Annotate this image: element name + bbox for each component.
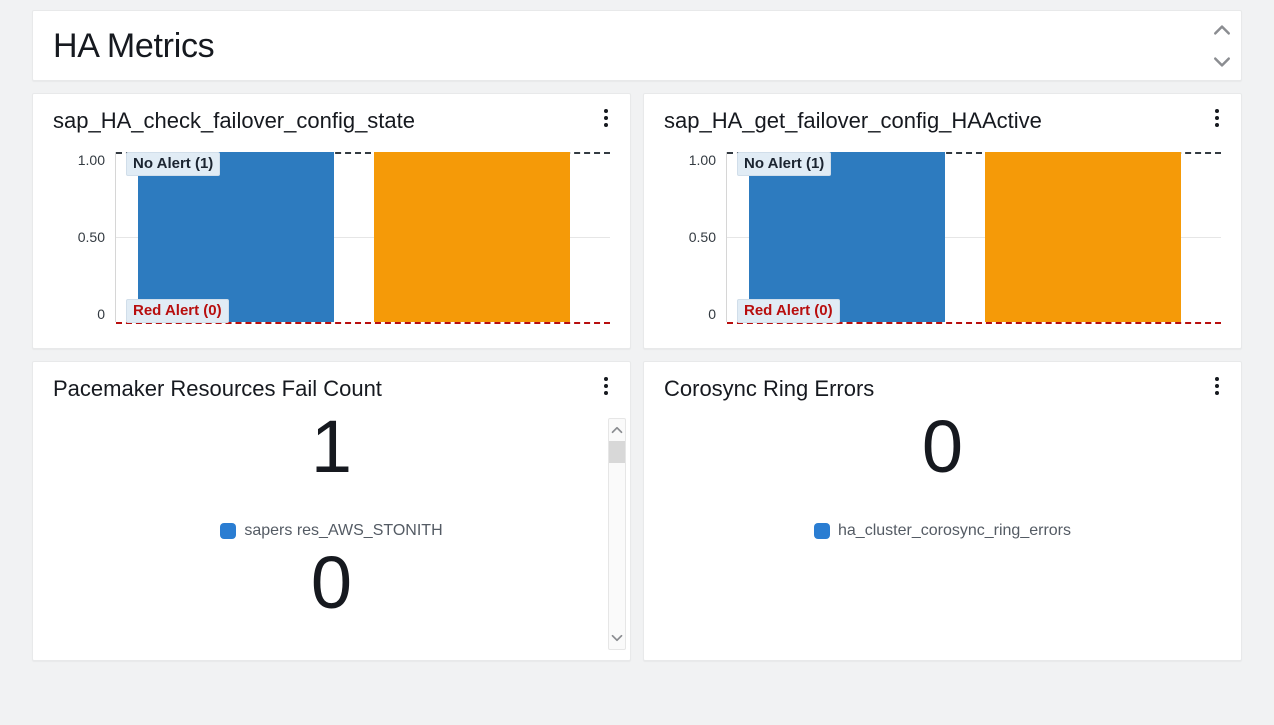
scrollbar-down-icon[interactable] [609,627,625,649]
chevron-up-icon[interactable] [1213,21,1231,39]
row-charts: sap_HA_check_failover_config_state 1.00 … [32,93,1242,349]
metric-value: 0 [664,410,1221,484]
panel-title: sap_HA_get_failover_config_HAActive [664,108,1221,134]
panel-pacemaker-fail-count: Pacemaker Resources Fail Count 1 sapers … [32,361,631,661]
plot-area: No Alert (1) Red Alert (0) [115,152,610,322]
y-tick: 1.00 [664,152,716,168]
panel-chart-failover-state: sap_HA_check_failover_config_state 1.00 … [32,93,631,349]
panel-menu-button[interactable] [596,374,616,398]
threshold-label-top: No Alert (1) [126,152,220,176]
metric-legend: sapers res_AWS_STONITH [53,522,610,540]
y-axis: 1.00 0.50 0 [664,152,726,322]
y-tick: 0.50 [664,229,716,245]
bar-series-2 [374,152,570,322]
panel-scrollbar[interactable] [608,418,626,650]
section-collapse-controls [1213,21,1231,71]
panel-title: Corosync Ring Errors [664,376,1221,402]
scrollbar-thumb[interactable] [609,441,625,463]
y-axis: 1.00 0.50 0 [53,152,115,322]
threshold-label-top: No Alert (1) [737,152,831,176]
metric-legend: ha_cluster_corosync_ring_errors [664,522,1221,540]
chevron-down-icon[interactable] [1213,53,1231,71]
chart: 1.00 0.50 0 No Alert (1) Red Alert (0) [664,152,1221,330]
threshold-label-bottom: Red Alert (0) [126,299,229,323]
row-numbers: Pacemaker Resources Fail Count 1 sapers … [32,361,1242,661]
section-header: HA Metrics [32,10,1242,81]
bar-series-2 [985,152,1181,322]
scrollbar-up-icon[interactable] [609,419,625,441]
metric-value: 1 [53,410,610,484]
panel-title: Pacemaker Resources Fail Count [53,376,610,402]
metric-label-text: ha_cluster_corosync_ring_errors [838,522,1071,540]
plot-area: No Alert (1) Red Alert (0) [726,152,1221,322]
metric-value: 0 [53,546,610,620]
y-tick: 0 [53,306,105,322]
panel-menu-button[interactable] [1207,106,1227,130]
section-title: HA Metrics [53,27,1221,66]
panel-chart-haactive: sap_HA_get_failover_config_HAActive 1.00… [643,93,1242,349]
panel-corosync-ring-errors: Corosync Ring Errors 0 ha_cluster_corosy… [643,361,1242,661]
legend-swatch-icon [814,523,830,539]
y-tick: 0 [664,306,716,322]
y-tick: 1.00 [53,152,105,168]
bar-series-1 [138,152,334,322]
panel-menu-button[interactable] [596,106,616,130]
y-tick: 0.50 [53,229,105,245]
panel-title: sap_HA_check_failover_config_state [53,108,610,134]
bar-series-1 [749,152,945,322]
metric-label-text: sapers res_AWS_STONITH [244,522,442,540]
panel-menu-button[interactable] [1207,374,1227,398]
chart: 1.00 0.50 0 No Alert (1) Red Alert (0) [53,152,610,330]
legend-swatch-icon [220,523,236,539]
threshold-label-bottom: Red Alert (0) [737,299,840,323]
